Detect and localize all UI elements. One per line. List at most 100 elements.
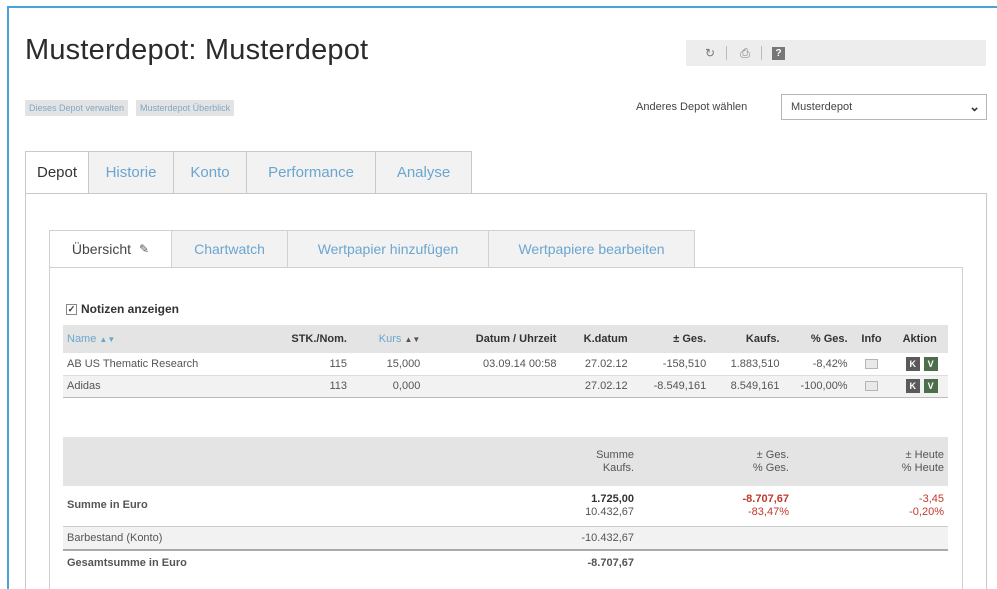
manage-depot-link[interactable]: Dieses Depot verwalten (25, 100, 129, 116)
position-kurs: 15,000 (351, 353, 425, 376)
tab-konto[interactable]: Konto (174, 151, 247, 194)
notes-toggle[interactable]: ✓ Notizen anzeigen (66, 302, 179, 316)
refresh-icon[interactable]: ↻ (702, 45, 718, 61)
header-heute-label: ± Heute (905, 448, 944, 461)
barbestand-empty (638, 526, 793, 551)
sell-button[interactable]: V (923, 379, 938, 393)
depot-select-value: Musterdepot (791, 101, 853, 113)
position-stk: 115 (256, 353, 351, 376)
tab-historie[interactable]: Historie (89, 151, 174, 194)
tab-uebersicht-label: Übersicht (71, 241, 132, 257)
tab-performance[interactable]: Performance (247, 151, 376, 194)
position-pges: -100,00% (783, 375, 852, 398)
main-tabs: Depot Historie Konto Performance Analyse (25, 151, 472, 194)
position-pges: -8,42% (783, 353, 852, 376)
header-pheute-label: % Heute (901, 461, 944, 474)
column-aktion: Aktion (891, 325, 948, 353)
tab-chartwatch[interactable]: Chartwatch (172, 230, 288, 268)
column-stk: STK./Nom. (256, 325, 351, 353)
kaufs-value: 10.432,67 (585, 505, 634, 518)
gesamtsumme-value: -8.707,67 (587, 556, 634, 569)
column-datum: Datum / Uhrzeit (424, 325, 561, 353)
heute-value: -3,45 (918, 492, 944, 505)
header-pges-label: % Ges. (752, 461, 789, 474)
ges-values: -8.707,67 -83,47% (638, 486, 793, 527)
summary-header-row: Summe Kaufs. ± Ges.% Ges. ± Heute% Heute (63, 437, 948, 486)
position-name[interactable]: Adidas (63, 375, 257, 398)
sell-button[interactable]: V (923, 356, 938, 371)
sort-icon: ▲▼ (99, 335, 116, 344)
tab-analyse[interactable]: Analyse (376, 151, 472, 194)
barbestand-row: Barbestand (Konto) -10.432,67 (63, 526, 948, 551)
barbestand-value: -10.432,67 (538, 526, 638, 551)
header-kaufs-label: Kaufs. (602, 461, 634, 474)
pges-value: -83,47% (748, 505, 789, 518)
tab-uebersicht[interactable]: Übersicht ✎ (49, 230, 172, 268)
toolbar: ↻ ⎙ ? (686, 40, 986, 66)
buy-button[interactable]: K (905, 379, 920, 393)
barbestand-empty (793, 526, 948, 551)
gesamtsumme-label: Gesamtsumme in Euro (67, 556, 187, 569)
gesamtsumme-row: Gesamtsumme in Euro -8.707,67 (63, 550, 948, 574)
summe-euro-values: 1.725,00 10.432,67 (538, 486, 638, 527)
pheute-value: -0,20% (909, 505, 944, 518)
position-kurs: 0,000 (351, 375, 425, 398)
column-kaufs: Kaufs. (710, 325, 784, 353)
heute-values: -3,45 -0,20% (793, 486, 948, 527)
depot-select-label: Anderes Depot wählen (636, 101, 748, 113)
pencil-icon[interactable]: ✎ (139, 242, 149, 256)
positions-header-row: Name ▲▼ STK./Nom. Kurs ▲▼ Datum / Uhrzei… (63, 325, 948, 353)
position-ges: -158,510 (631, 353, 711, 376)
position-ges: -8.549,161 (631, 375, 711, 398)
summary-header-ges: ± Ges.% Ges. (638, 437, 793, 486)
gesamtsumme-empty (793, 550, 948, 574)
toolbar-divider (726, 46, 727, 60)
buy-button[interactable]: K (905, 356, 920, 371)
column-ges: ± Ges. (631, 325, 711, 353)
tab-depot[interactable]: Depot (25, 151, 89, 194)
summary-header-spacer (63, 437, 538, 486)
depot-links: Dieses Depot verwalten Musterdepot Überb… (25, 100, 235, 116)
action-cell: KV (891, 375, 948, 398)
position-datum (424, 375, 561, 398)
position-kaufs: 8.549,161 (710, 375, 784, 398)
column-pges: % Ges. (783, 325, 852, 353)
depot-select[interactable]: Musterdepot ⌄ (781, 94, 987, 120)
action-cell: KV (891, 353, 948, 376)
note-icon[interactable] (864, 381, 878, 392)
position-kdatum: 27.02.12 (560, 375, 632, 398)
position-stk: 113 (256, 375, 351, 398)
table-row: AB US Thematic Research 115 15,000 03.09… (63, 353, 948, 376)
toolbar-divider (761, 46, 762, 60)
page-title: Musterdepot: Musterdepot (25, 34, 369, 66)
ges-value: -8.707,67 (742, 492, 789, 505)
column-name[interactable]: Name ▲▼ (63, 325, 257, 353)
summary-header-heute: ± Heute% Heute (793, 437, 948, 486)
summary-euro-row: Summe in Euro 1.725,00 10.432,67 -8.707,6… (63, 486, 948, 527)
table-row: Adidas 113 0,000 27.02.12 -8.549,161 8.5… (63, 375, 948, 398)
sub-tabs: Übersicht ✎ Chartwatch Wertpapier hinzuf… (49, 230, 695, 268)
sort-icon: ▲▼ (404, 335, 421, 344)
header-ges-label: ± Ges. (756, 448, 789, 461)
position-kdatum: 27.02.12 (560, 353, 632, 376)
info-cell (851, 353, 892, 376)
gesamtsumme-empty (638, 550, 793, 574)
tab-wertpapiere-bearbeiten[interactable]: Wertpapiere bearbeiten (489, 230, 695, 268)
tab-wertpapier-hinzufuegen[interactable]: Wertpapier hinzufügen (288, 230, 489, 268)
note-icon[interactable] (864, 358, 878, 369)
column-kurs[interactable]: Kurs ▲▼ (351, 325, 425, 353)
position-name[interactable]: AB US Thematic Research (63, 353, 257, 376)
barbestand-label: Barbestand (Konto) (63, 526, 538, 551)
depot-overview-link[interactable]: Musterdepot Überblick (136, 100, 235, 116)
header-summe-label: Summe (596, 448, 634, 461)
help-icon[interactable]: ? (772, 46, 785, 60)
column-kurs-label: Kurs (378, 333, 402, 345)
notes-label: Notizen anzeigen (81, 302, 180, 316)
print-icon[interactable]: ⎙ (737, 45, 753, 61)
chevron-down-icon: ⌄ (969, 99, 980, 114)
column-name-label: Name (67, 333, 97, 345)
column-info: Info (851, 325, 892, 353)
column-kdatum: K.datum (560, 325, 632, 353)
notes-checkbox[interactable]: ✓ (66, 303, 77, 315)
positions-table: Name ▲▼ STK./Nom. Kurs ▲▼ Datum / Uhrzei… (63, 325, 948, 398)
